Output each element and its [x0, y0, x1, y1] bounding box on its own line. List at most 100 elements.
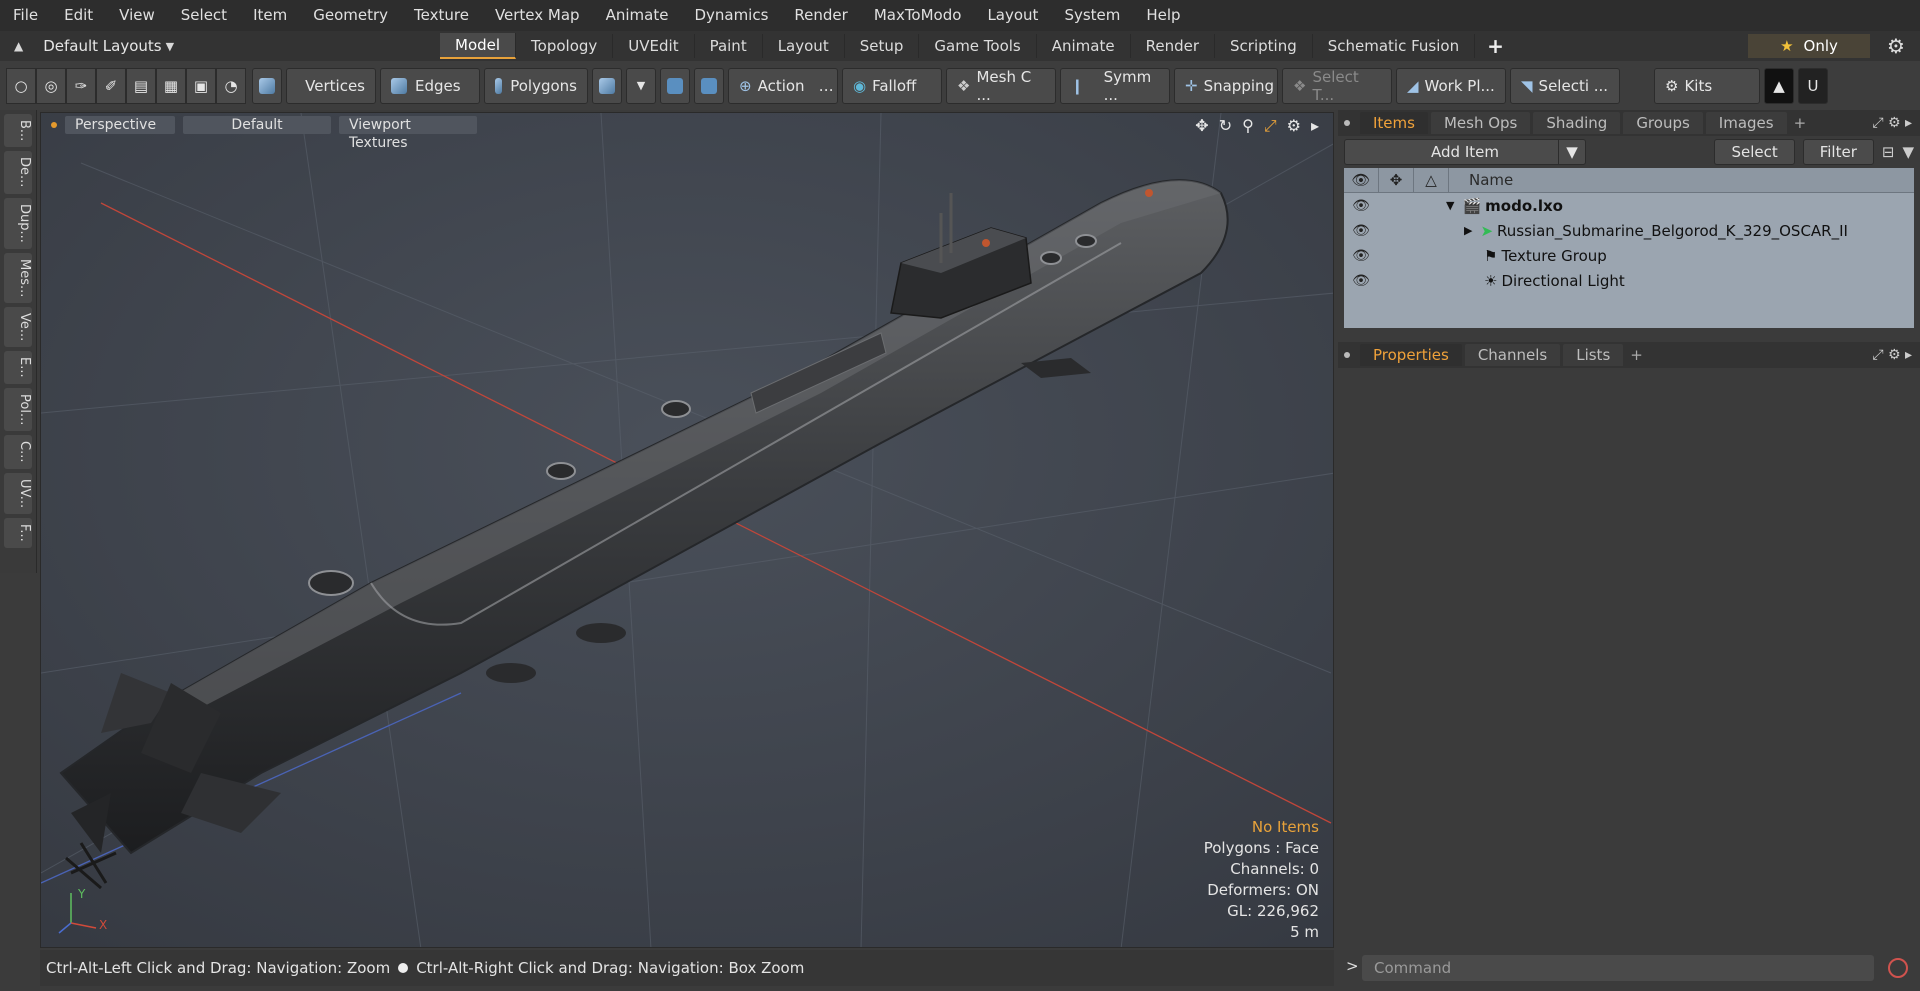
textures-dropdown[interactable]: Viewport Textures — [339, 116, 477, 151]
vtab-duplicate[interactable]: Dup... — [4, 197, 32, 249]
menu-edit[interactable]: Edit — [51, 0, 106, 31]
name-column-header[interactable]: Name — [1449, 171, 1513, 189]
3d-viewport[interactable]: Y X Perspective Default Viewport Texture… — [40, 112, 1334, 948]
tab-topology[interactable]: Topology — [516, 34, 614, 58]
tab-schematic-fusion[interactable]: Schematic Fusion — [1313, 34, 1476, 58]
gear-icon[interactable]: ⚙ — [1884, 34, 1908, 58]
symmetry-button[interactable]: ❙ Symm ... — [1060, 67, 1170, 104]
workplane-button[interactable]: ◢ Work Pl... — [1396, 67, 1506, 104]
tree-row-light[interactable]: 👁 ☀ Directional Light — [1344, 268, 1914, 293]
action-center-button[interactable]: ⊕ Action … — [728, 67, 838, 104]
visibility-col-icon[interactable]: 👁 — [1344, 168, 1379, 192]
menu-render[interactable]: Render — [781, 0, 860, 31]
tab-game-tools[interactable]: Game Tools — [919, 34, 1037, 58]
vertices-button[interactable]: Vertices — [286, 67, 376, 104]
zoom-view-icon[interactable]: ⚲ — [1242, 116, 1254, 136]
vtab-edge[interactable]: E... — [4, 351, 32, 384]
tab-layout[interactable]: Layout — [763, 34, 845, 58]
select-button[interactable]: Select — [1714, 139, 1795, 165]
brush-icon[interactable]: ✐ — [96, 67, 126, 104]
tab-properties[interactable]: Properties — [1360, 344, 1462, 366]
vtab-deform[interactable]: De... — [4, 151, 32, 194]
add-item-button[interactable]: Add Item ▼ — [1344, 139, 1586, 165]
menu-help[interactable]: Help — [1133, 0, 1193, 31]
add-tab-icon[interactable]: + — [1794, 114, 1807, 132]
layout-selector[interactable]: ▲ Default Layouts ▼ — [0, 37, 440, 55]
panel-options-icons[interactable]: ⤢ ⚙ ▸ — [1872, 115, 1912, 131]
move-view-icon[interactable]: ✥ — [1195, 116, 1208, 136]
panel-options-icons[interactable]: ⤢ ⚙ ▸ — [1872, 347, 1912, 363]
tab-mesh-ops[interactable]: Mesh Ops — [1430, 112, 1531, 134]
vtab-basic[interactable]: B... — [4, 114, 32, 148]
tab-lists[interactable]: Lists — [1563, 344, 1624, 366]
menu-item[interactable]: Item — [240, 0, 300, 31]
only-toggle[interactable]: ★ Only — [1748, 34, 1870, 58]
shape-icon[interactable]: ◔ — [216, 67, 246, 104]
unreal-icon[interactable]: U — [1798, 67, 1828, 104]
menu-dynamics[interactable]: Dynamics — [681, 0, 781, 31]
edges-button[interactable]: Edges — [380, 67, 480, 104]
menu-layout[interactable]: Layout — [974, 0, 1051, 31]
perspective-dropdown[interactable]: Perspective — [65, 116, 175, 134]
collapse-arrow-icon[interactable]: ▲ — [14, 39, 23, 53]
tab-uvedit[interactable]: UVEdit — [613, 34, 695, 58]
funnel-icon[interactable]: ▼ — [1902, 143, 1914, 161]
eye-icon[interactable]: 👁 — [1344, 273, 1378, 289]
material-icon[interactable] — [252, 67, 282, 104]
render-col-icon[interactable]: △ — [1414, 168, 1449, 192]
record-icon[interactable] — [1888, 958, 1908, 978]
unity-icon[interactable]: ▲ — [1764, 67, 1794, 104]
menu-file[interactable]: File — [0, 0, 51, 31]
viewport-gear-icon[interactable]: ⚙ — [1287, 116, 1301, 136]
tab-setup[interactable]: Setup — [845, 34, 920, 58]
globe-icon[interactable]: ◎ — [36, 67, 66, 104]
maximize-icon[interactable]: ⤢ — [1264, 116, 1277, 136]
tab-model[interactable]: Model — [440, 33, 517, 59]
grid-icon[interactable]: ▦ — [156, 67, 186, 104]
tab-items[interactable]: Items — [1360, 112, 1428, 134]
expand-arrow-icon[interactable]: ▸ — [1311, 116, 1319, 136]
tab-scripting[interactable]: Scripting — [1215, 34, 1313, 58]
vtab-curve[interactable]: C... — [4, 435, 32, 469]
expand-arrow-icon[interactable]: ▶ — [1464, 224, 1472, 237]
menu-animate[interactable]: Animate — [593, 0, 682, 31]
circle-select-icon[interactable]: ○ — [6, 67, 36, 104]
tree-row-scene[interactable]: 👁 ▼ 🎬 modo.lxo — [1344, 193, 1914, 218]
vtab-vertex[interactable]: Ve... — [4, 307, 32, 348]
transform-icon[interactable]: ▤ — [126, 67, 156, 104]
menu-geometry[interactable]: Geometry — [300, 0, 401, 31]
add-tab-icon[interactable]: + — [1630, 346, 1643, 364]
tab-animate[interactable]: Animate — [1037, 34, 1131, 58]
vtab-polygon[interactable]: Pol... — [4, 387, 32, 432]
tree-row-texture-group[interactable]: 👁 ⚑ Texture Group — [1344, 243, 1914, 268]
eye-icon[interactable]: 👁 — [1344, 223, 1378, 239]
tree-row-mesh[interactable]: 👁 ▶ ➤ Russian_Submarine_Belgorod_K_329_O… — [1344, 218, 1914, 243]
vtab-fusion[interactable]: F... — [4, 517, 32, 548]
pen-icon[interactable]: ✑ — [66, 67, 96, 104]
falloff-button[interactable]: ◉ Falloff — [842, 67, 942, 104]
shield-alt-icon[interactable] — [694, 67, 724, 104]
shading-dropdown[interactable]: Default — [183, 116, 331, 134]
shield-icon[interactable] — [660, 67, 690, 104]
snapping-button[interactable]: ✛ Snapping — [1174, 67, 1278, 104]
tab-paint[interactable]: Paint — [695, 34, 763, 58]
filter-button[interactable]: Filter — [1802, 139, 1874, 165]
tab-images[interactable]: Images — [1705, 112, 1787, 134]
frame-icon[interactable]: ▣ — [186, 67, 216, 104]
menu-select[interactable]: Select — [168, 0, 240, 31]
mesh-constraint-button[interactable]: ❖ Mesh C ... — [946, 67, 1056, 104]
add-tab-icon[interactable]: + — [1475, 34, 1516, 58]
lock-col-icon[interactable]: ✥ — [1379, 168, 1414, 192]
vtab-mesh-edit[interactable]: Mes... — [4, 252, 32, 304]
tab-render[interactable]: Render — [1131, 34, 1216, 58]
tab-channels[interactable]: Channels — [1464, 344, 1561, 366]
menu-view[interactable]: View — [106, 0, 168, 31]
vtab-uv[interactable]: UV... — [4, 472, 32, 514]
menu-maxtomodo[interactable]: MaxToModo — [861, 0, 975, 31]
eye-icon[interactable]: 👁 — [1344, 198, 1378, 214]
collapse-icon[interactable]: ⊟ — [1882, 143, 1895, 161]
tab-shading[interactable]: Shading — [1533, 112, 1621, 134]
rotate-view-icon[interactable]: ↻ — [1219, 116, 1232, 136]
menu-vertex-map[interactable]: Vertex Map — [482, 0, 593, 31]
chevron-down-icon[interactable]: ▼ — [626, 67, 656, 104]
